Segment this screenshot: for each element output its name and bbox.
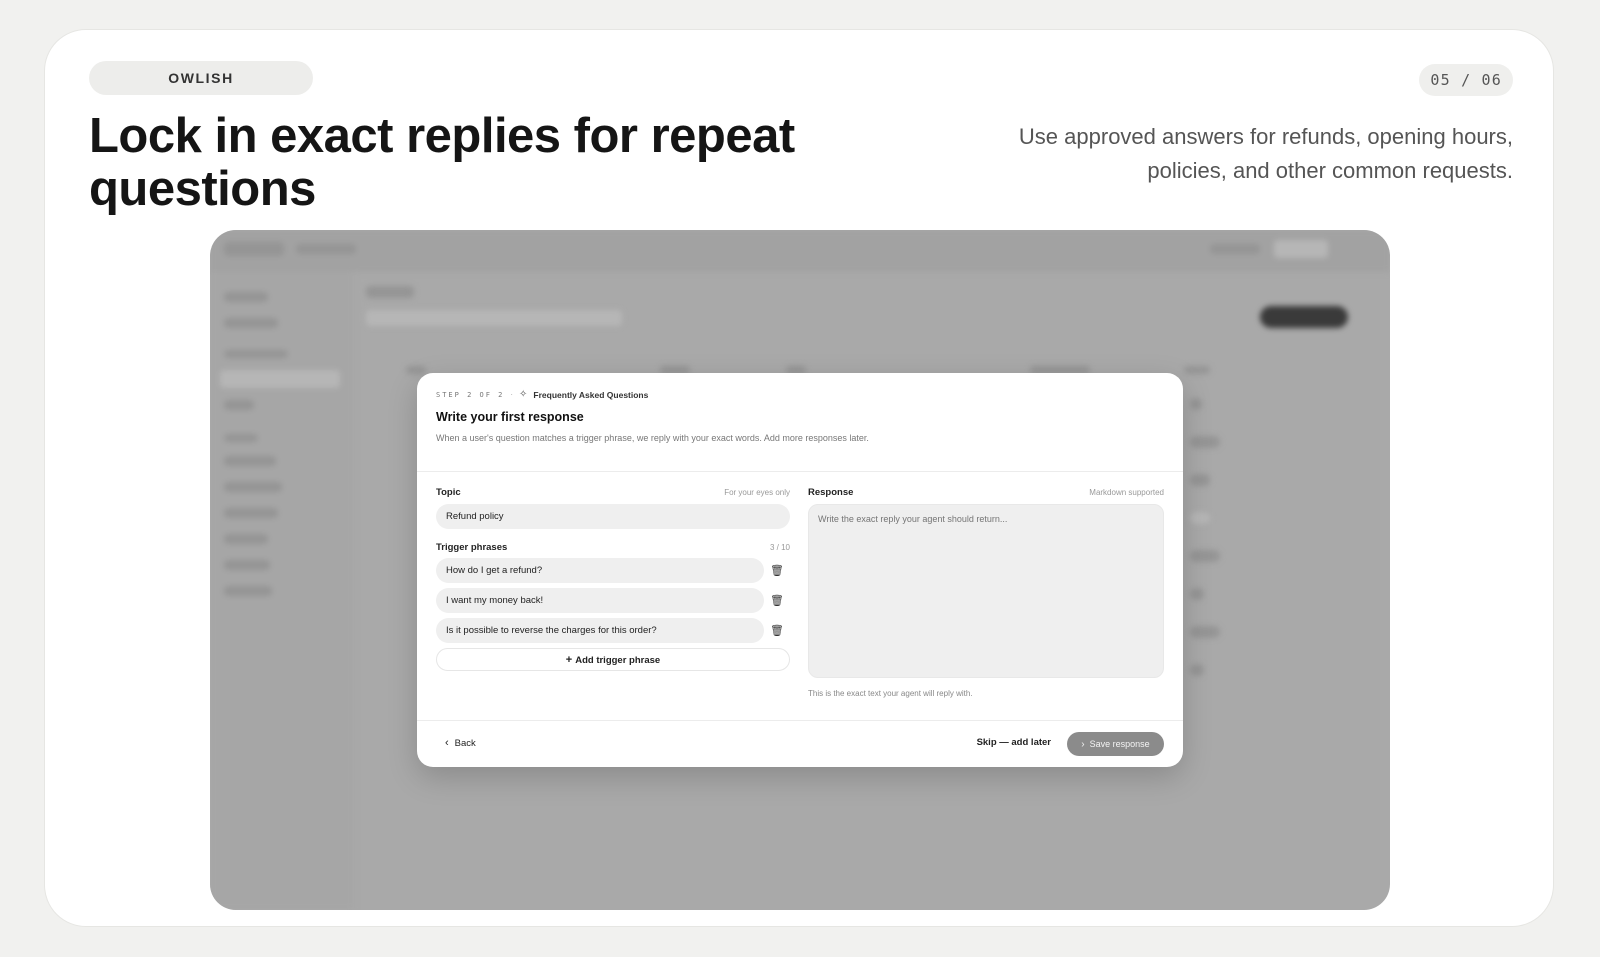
table-header-placeholder	[1184, 366, 1210, 374]
sidebar-placeholder	[224, 400, 254, 410]
chevron-left-icon: ‹	[445, 737, 449, 749]
sidebar-placeholder	[224, 508, 278, 518]
sidebar-placeholder	[224, 292, 268, 302]
topic-and-triggers-column: Topic For your eyes only Refund policy T…	[436, 486, 790, 671]
sidebar-placeholder	[224, 456, 276, 466]
sidebar-placeholder	[224, 434, 258, 442]
modal-footer: ‹ Back Skip — add later › Save response	[417, 720, 1183, 767]
plus-icon: +	[565, 654, 573, 666]
back-label: Back	[454, 738, 476, 749]
topic-field-header: Topic For your eyes only	[436, 486, 790, 498]
faq-response-modal: STEP 2 OF 2 · ✧ Frequently Asked Questio…	[417, 373, 1183, 767]
app-topbar-button-placeholder	[1274, 240, 1328, 258]
response-label: Response	[808, 486, 854, 498]
topic-note: For your eyes only	[724, 487, 790, 497]
trigger-phrase-input[interactable]: I want my money back!	[436, 588, 764, 613]
response-field-header: Response Markdown supported	[808, 486, 1164, 498]
back-button[interactable]: ‹ Back	[445, 737, 476, 749]
modal-body: Topic For your eyes only Refund policy T…	[417, 472, 1183, 720]
table-avatar-placeholder	[1190, 626, 1220, 638]
modal-title: Write your first response	[436, 410, 584, 424]
trigger-phrase-input[interactable]: Is it possible to reverse the charges fo…	[436, 618, 764, 643]
main-title-placeholder	[366, 286, 414, 298]
main-search-placeholder	[366, 310, 622, 326]
trigger-phrase-row: How do I get a refund? 🗑	[436, 558, 790, 583]
chevron-right-icon: ›	[1081, 739, 1085, 750]
topic-input[interactable]: Refund policy	[436, 504, 790, 529]
topic-label: Topic	[436, 486, 461, 498]
response-column: Response Markdown supported This is the …	[808, 486, 1164, 698]
sidebar-placeholder	[224, 350, 288, 358]
page-title: Lock in exact replies for repeat questio…	[89, 109, 795, 216]
page-subtitle: Use approved answers for refunds, openin…	[1018, 124, 1513, 183]
modal-header: STEP 2 OF 2 · ✧ Frequently Asked Questio…	[417, 373, 1183, 472]
response-help-text: This is the exact text your agent will r…	[808, 689, 973, 698]
trash-icon[interactable]: 🗑	[764, 594, 790, 607]
page-indicator: 05 / 06	[1419, 64, 1513, 96]
sidebar-placeholder	[224, 560, 270, 570]
trigger-phrases-header: Trigger phrases 3 / 10	[436, 541, 790, 553]
app-breadcrumb-placeholder	[296, 244, 356, 254]
section-name: Frequently Asked Questions	[533, 389, 649, 400]
app-logo-placeholder	[224, 242, 284, 256]
modal-description: When a user's question matches a trigger…	[436, 433, 869, 443]
trigger-phrase-row: Is it possible to reverse the charges fo…	[436, 618, 790, 643]
trigger-phrase-row: I want my money back! 🗑	[436, 588, 790, 613]
trigger-phrases-count: 3 / 10	[769, 542, 790, 552]
step-label: STEP 2 OF 2	[436, 390, 505, 399]
save-response-button[interactable]: › Save response	[1067, 732, 1164, 756]
add-trigger-phrase-button[interactable]: + Add trigger phrase	[436, 648, 790, 671]
sparkle-icon: ✧	[519, 389, 528, 400]
main-primary-button-placeholder	[1260, 306, 1348, 328]
skip-button[interactable]: Skip — add later	[977, 737, 1051, 748]
table-avatar-placeholder	[1190, 436, 1220, 448]
brand-badge: OWLISH	[89, 61, 313, 95]
trigger-phrases-label: Trigger phrases	[436, 541, 508, 553]
response-textarea[interactable]	[808, 504, 1164, 678]
sidebar-placeholder	[224, 586, 272, 596]
save-label: Save response	[1089, 739, 1150, 749]
trash-icon[interactable]: 🗑	[764, 564, 790, 577]
table-header-placeholder	[406, 366, 426, 374]
table-avatar-placeholder	[1190, 664, 1204, 676]
sidebar-placeholder	[224, 482, 282, 492]
sidebar-placeholder	[224, 534, 268, 544]
add-trigger-phrase-label: Add trigger phrase	[575, 655, 661, 666]
table-avatar-placeholder	[1190, 512, 1210, 524]
sidebar-selected-placeholder	[220, 370, 340, 388]
table-avatar-placeholder	[1190, 474, 1210, 486]
trash-icon[interactable]: 🗑	[764, 624, 790, 637]
trigger-phrase-input[interactable]: How do I get a refund?	[436, 558, 764, 583]
response-note: Markdown supported	[1089, 487, 1164, 497]
table-avatar-placeholder	[1190, 550, 1220, 562]
step-indicator: STEP 2 OF 2 · ✧ Frequently Asked Questio…	[436, 389, 1164, 400]
sidebar-placeholder	[224, 318, 278, 328]
table-avatar-placeholder	[1190, 588, 1204, 600]
app-topbar-placeholder	[1210, 244, 1260, 254]
step-separator: ·	[510, 390, 514, 399]
table-avatar-placeholder	[1190, 398, 1202, 410]
